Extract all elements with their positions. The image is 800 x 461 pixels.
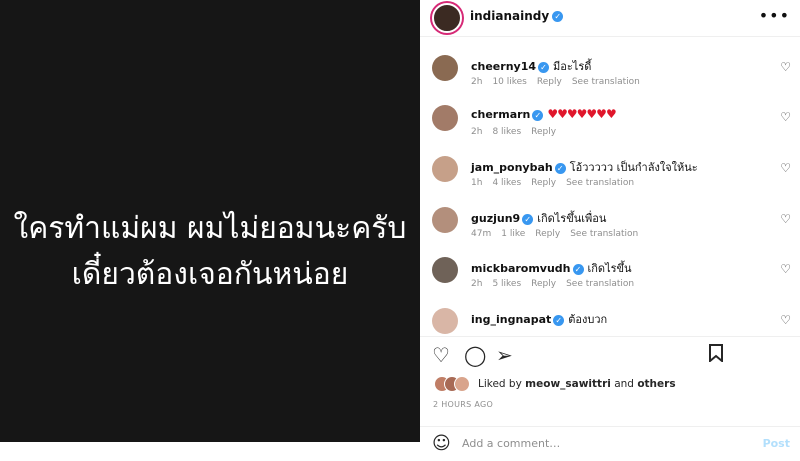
comment-like-icon[interactable]: ♡ xyxy=(780,110,791,124)
commenter-avatar[interactable] xyxy=(432,257,458,283)
commenter-username[interactable]: cheerny14 xyxy=(471,60,536,73)
emoji-icon[interactable]: ☺ xyxy=(432,433,451,454)
comment-likes[interactable]: 4 likes xyxy=(492,178,521,188)
comment-list: cheerny14 ✓ มีอะไรดี้ 2h 10 likes Reply See t… xyxy=(420,36,800,336)
more-options-icon[interactable]: ••• xyxy=(759,6,790,25)
comment-text: มีอะไรดี้ xyxy=(553,60,592,73)
commenter-avatar[interactable] xyxy=(432,55,458,81)
media-caption: ใครทำแม่ผม ผมไม่ยอมนะครับ เดี๋ยวต้องเจอก… xyxy=(0,206,420,298)
reply-button[interactable]: Reply xyxy=(531,279,556,289)
verified-badge-icon: ✓ xyxy=(553,314,565,326)
liked-by-and: and xyxy=(614,378,634,390)
post-media: ใครทำแม่ผม ผมไม่ยอมนะครับ เดี๋ยวต้องเจอก… xyxy=(0,0,420,442)
post-header: indianaindy ✓ ••• xyxy=(420,0,800,37)
commenter-username[interactable]: jam_ponybah xyxy=(471,161,553,174)
post-actions: ♡ ◯ ➢ xyxy=(420,336,800,373)
comment-text: เกิดไรขึ้น xyxy=(587,262,632,275)
post-button[interactable]: Post xyxy=(763,437,790,450)
commenter-username[interactable]: chermarn xyxy=(471,108,530,121)
post-timestamp: 2 HOURS AGO xyxy=(433,400,494,409)
reply-button[interactable]: Reply xyxy=(531,127,556,137)
liker-avatar xyxy=(454,376,470,392)
comment-input[interactable]: Add a comment… xyxy=(462,437,560,450)
comment-likes[interactable]: 8 likes xyxy=(492,127,521,137)
comment-like-icon[interactable]: ♡ xyxy=(780,313,791,327)
verified-badge-icon: ✓ xyxy=(532,109,544,121)
comment-text: เกิดไรขึ้นเพื่อน xyxy=(537,212,607,225)
comment-text: โอ้ววววว เป็นกำลังใจให้นะ xyxy=(569,161,698,174)
comment-text: ต้องบวก xyxy=(568,313,608,326)
see-translation-button[interactable]: See translation xyxy=(566,279,634,289)
comments-panel: indianaindy ✓ ••• cheerny14 ✓ มีอะไรดี้ 2h 1… xyxy=(420,0,800,460)
comment-like-icon[interactable]: ♡ xyxy=(780,262,791,276)
comment-like-icon[interactable]: ♡ xyxy=(780,212,791,226)
comment-like-icon[interactable]: ♡ xyxy=(780,161,791,175)
comment-item: ing_ingnapat ✓ ต้องบวก ♡ xyxy=(420,289,800,336)
comment-icon[interactable]: ◯ xyxy=(464,343,486,367)
comment-time: 1h xyxy=(471,178,483,188)
see-translation-button[interactable]: See translation xyxy=(566,178,634,188)
commenter-avatar[interactable] xyxy=(432,308,458,334)
comment-item: chermarn ✓ ♥♥♥♥♥♥♥ 2h 8 likes Reply ♡ xyxy=(420,86,800,137)
reply-button[interactable]: Reply xyxy=(531,178,556,188)
commenter-avatar[interactable] xyxy=(432,105,458,131)
bookmark-icon[interactable] xyxy=(708,343,724,367)
verified-badge-icon: ✓ xyxy=(554,162,566,174)
paper-plane-icon[interactable]: ➢ xyxy=(496,343,513,367)
commenter-avatar[interactable] xyxy=(432,207,458,233)
verified-badge-icon: ✓ xyxy=(552,11,564,22)
comment-likes[interactable]: 5 likes xyxy=(492,279,521,289)
commenter-username[interactable]: guzjun9 xyxy=(471,212,520,225)
liked-by-prefix: Liked by xyxy=(478,378,522,390)
commenter-avatar[interactable] xyxy=(432,156,458,182)
verified-badge-icon: ✓ xyxy=(538,61,550,73)
comment-time: 2h xyxy=(471,127,483,137)
caption-line-2: เดี๋ยวต้องเจอกันหน่อย xyxy=(71,257,349,292)
comment-text: ♥♥♥♥♥♥♥ xyxy=(547,107,616,121)
comment-like-icon[interactable]: ♡ xyxy=(780,60,791,74)
comment-item: jam_ponybah ✓ โอ้ววววว เป็นกำลังใจให้นะ 1h… xyxy=(420,137,800,188)
author-username[interactable]: indianaindy ✓ xyxy=(470,9,564,23)
commenter-username[interactable]: ing_ingnapat xyxy=(471,313,551,326)
author-avatar[interactable] xyxy=(432,3,462,33)
commenter-username[interactable]: mickbaromvudh xyxy=(471,262,571,275)
comment-item: guzjun9 ✓ เกิดไรขึ้นเพื่อน 47m 1 like Reply S… xyxy=(420,188,800,239)
comment-item: mickbaromvudh ✓ เกิดไรขึ้น 2h 5 likes Reply S… xyxy=(420,238,800,289)
liked-by-others[interactable]: others xyxy=(637,378,675,390)
verified-badge-icon: ✓ xyxy=(522,213,534,225)
heart-outline-icon[interactable]: ♡ xyxy=(432,343,450,367)
comment-time: 2h xyxy=(471,279,483,289)
add-comment-bar: ☺ Add a comment… Post xyxy=(420,426,800,461)
comment-item: cheerny14 ✓ มีอะไรดี้ 2h 10 likes Reply See t… xyxy=(420,36,800,87)
verified-badge-icon: ✓ xyxy=(572,263,584,275)
liked-by-user[interactable]: meow_sawittri xyxy=(525,378,611,390)
caption-line-1: ใครทำแม่ผม ผมไม่ยอมนะครับ xyxy=(13,211,407,246)
